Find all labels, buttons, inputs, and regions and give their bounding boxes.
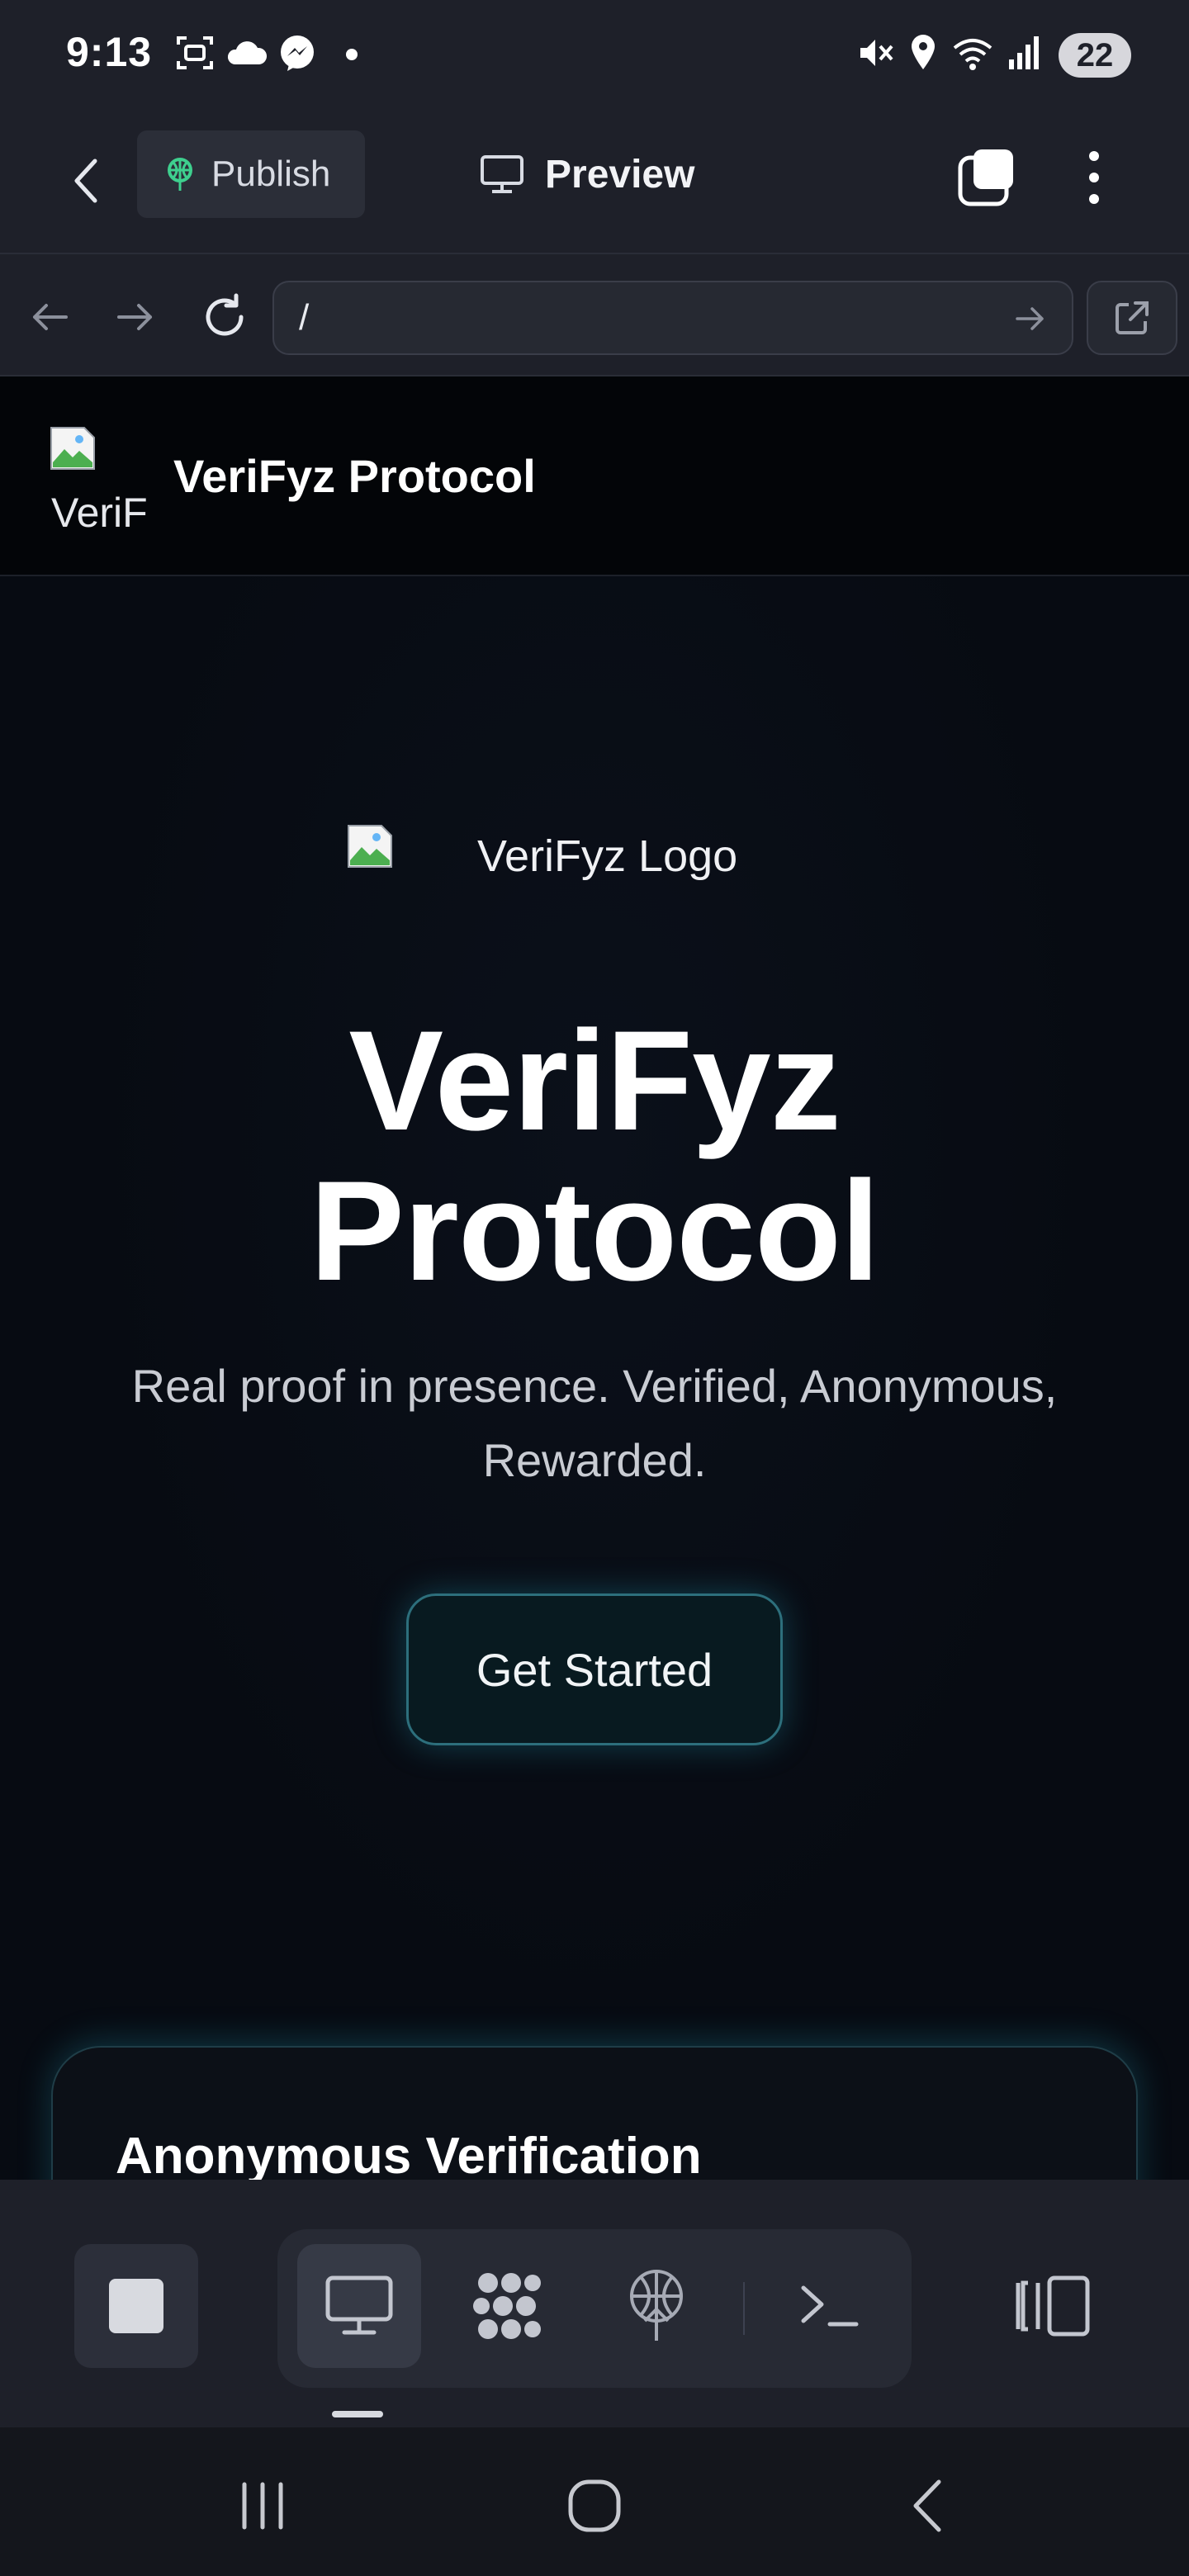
back-chevron-icon xyxy=(913,2479,941,2532)
feature-card-title: Anonymous Verification xyxy=(116,2128,702,2180)
dock-deploy-button[interactable] xyxy=(594,2244,718,2368)
url-input[interactable] xyxy=(299,297,992,339)
get-started-button[interactable]: Get Started xyxy=(406,1593,783,1745)
dock-desktop-button[interactable] xyxy=(297,2244,421,2368)
site-logo[interactable]: VeriF xyxy=(48,426,150,528)
screenshot-icon xyxy=(177,36,213,69)
preview-label: Preview xyxy=(545,152,695,197)
publish-button[interactable]: Publish xyxy=(137,130,365,218)
chevron-left-icon xyxy=(74,159,97,203)
reload-icon xyxy=(206,293,244,336)
cloud-icon xyxy=(227,41,268,64)
publish-label: Publish xyxy=(211,154,331,194)
active-tab-indicator xyxy=(332,2411,383,2417)
dock-grid-button[interactable] xyxy=(446,2244,570,2368)
url-bar-row xyxy=(0,253,1189,376)
terminal-icon xyxy=(801,2285,859,2327)
site-logo-alt-text: VeriF xyxy=(51,490,148,528)
get-started-label: Get Started xyxy=(476,1643,713,1696)
hero-logo: VeriFyz Logo xyxy=(345,824,857,890)
recent-apps-icon xyxy=(242,2482,283,2530)
messenger-icon xyxy=(281,36,314,71)
arrow-right-icon xyxy=(1016,307,1044,330)
feature-card: Anonymous Verification xyxy=(51,2046,1138,2180)
status-time: 9:13 xyxy=(66,29,153,75)
deploy-icon xyxy=(630,2270,683,2341)
url-field[interactable] xyxy=(272,281,1073,355)
system-back-button[interactable] xyxy=(879,2469,978,2543)
broken-image-icon xyxy=(50,427,95,470)
status-bar: 9:13 22 xyxy=(0,0,1189,111)
wifi-icon xyxy=(953,39,992,70)
desktop-icon xyxy=(325,2275,393,2335)
hero-title: VeriFyz Protocol xyxy=(0,1006,1189,1306)
bottom-dock xyxy=(0,2180,1189,2427)
split-view-button[interactable] xyxy=(999,2244,1106,2368)
arrow-right-icon xyxy=(117,304,152,330)
tabs-button[interactable] xyxy=(950,140,1024,215)
browser-forward-button[interactable] xyxy=(102,284,168,350)
hero-subtitle-line-1: Real proof in presence. Verified, Anonym… xyxy=(131,1360,1058,1412)
hero-section: VeriFyz Logo VeriFyz Protocol Real proof… xyxy=(0,576,1189,2180)
broken-image-icon xyxy=(348,825,392,868)
monitor-icon xyxy=(481,155,523,193)
reload-button[interactable] xyxy=(192,284,258,350)
stop-icon xyxy=(109,2279,163,2333)
home-button[interactable] xyxy=(545,2469,644,2543)
dot-icon xyxy=(346,49,358,60)
app-toolbar: Publish Preview xyxy=(0,111,1189,253)
external-link-icon xyxy=(1116,301,1149,334)
screen: 9:13 22 Publish Preview / VeriF VeriFyz … xyxy=(0,0,1189,2576)
signal-icon xyxy=(1009,36,1039,69)
android-nav-bar xyxy=(0,2427,1189,2576)
location-icon xyxy=(912,35,935,69)
hero-subtitle: Real proof in presence. Verified, Anonym… xyxy=(83,1349,1106,1498)
mute-icon xyxy=(860,40,893,66)
arrow-left-icon xyxy=(33,304,68,330)
preview-tab[interactable]: Preview xyxy=(479,130,694,218)
grid-icon xyxy=(473,2273,541,2339)
more-options-button[interactable] xyxy=(1065,140,1123,215)
tabs-icon xyxy=(958,149,1013,206)
site-title: VeriFyz Protocol xyxy=(173,450,536,502)
hero-subtitle-line-2: Rewarded. xyxy=(482,1434,707,1486)
open-external-button[interactable] xyxy=(1087,281,1177,355)
more-vertical-icon xyxy=(1089,151,1099,204)
webview: VeriF VeriFyz Protocol VeriFyz Logo Veri… xyxy=(0,376,1189,2180)
split-view-icon xyxy=(1016,2275,1090,2337)
site-header: VeriF VeriFyz Protocol xyxy=(0,376,1189,576)
hero-logo-alt-text: VeriFyz Logo xyxy=(477,831,738,881)
hero-title-line-2: Protocol xyxy=(310,1152,880,1310)
stop-button[interactable] xyxy=(74,2244,198,2368)
dock-separator xyxy=(743,2282,745,2335)
back-button[interactable] xyxy=(58,144,116,218)
dock-terminal-button[interactable] xyxy=(768,2244,892,2368)
browser-back-button[interactable] xyxy=(17,284,83,350)
home-icon xyxy=(568,2479,621,2532)
url-go-button[interactable] xyxy=(1006,294,1055,343)
dock-tool-group xyxy=(277,2229,912,2388)
hero-title-line-1: VeriFyz xyxy=(348,1002,841,1160)
battery-indicator: 22 xyxy=(1059,33,1131,78)
recent-apps-button[interactable] xyxy=(213,2469,312,2543)
publish-icon xyxy=(168,158,192,191)
